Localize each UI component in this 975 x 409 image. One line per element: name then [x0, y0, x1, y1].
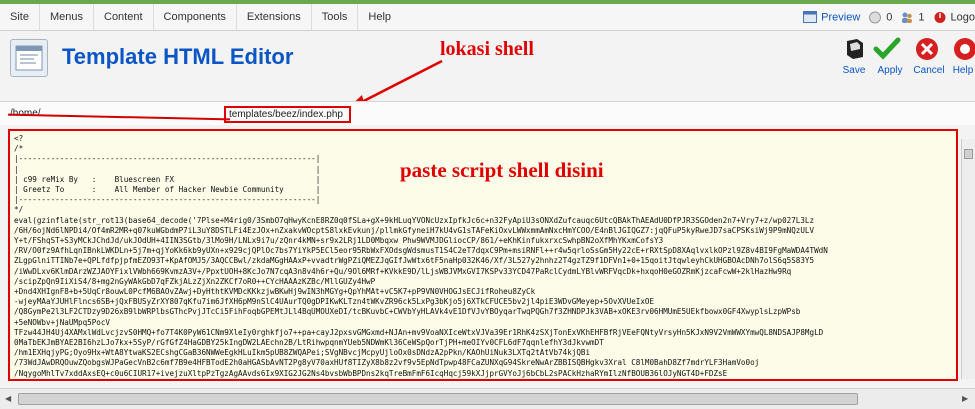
apply-label: Apply — [877, 65, 903, 76]
scroll-right-icon[interactable]: ▶ — [962, 394, 968, 403]
menu-help[interactable]: Help — [358, 4, 401, 30]
file-path-bar: /home/ templates/beez/index.php — [0, 101, 975, 125]
annotation-shell-location: lokasi shell — [440, 38, 534, 60]
cancel-icon — [916, 38, 938, 60]
apply-button[interactable]: Apply — [870, 36, 910, 76]
vertical-scroll-thumb[interactable] — [964, 149, 973, 159]
help-button[interactable]: Help — [948, 36, 975, 76]
users-count[interactable]: 1 — [900, 11, 925, 24]
template-editor-icon — [10, 39, 48, 77]
preview-icon — [803, 11, 818, 23]
preview-link[interactable]: Preview — [803, 11, 860, 24]
cancel-button[interactable]: Cancel — [910, 36, 948, 76]
vertical-scrollbar[interactable] — [961, 139, 975, 379]
users-count-value: 1 — [918, 11, 925, 24]
save-button[interactable]: Save — [838, 36, 870, 76]
menu-site[interactable]: Site — [0, 4, 40, 30]
admin-menubar: Site Menus Content Components Extensions… — [0, 4, 975, 31]
message-icon — [869, 11, 882, 24]
messages-count[interactable]: 0 — [868, 11, 892, 24]
menu-menus[interactable]: Menus — [40, 4, 94, 30]
menu-content[interactable]: Content — [94, 4, 154, 30]
scroll-left-icon[interactable]: ◀ — [5, 394, 11, 403]
help-label: Help — [952, 65, 974, 76]
preview-label: Preview — [821, 11, 861, 24]
logout-label: Logo — [950, 11, 975, 24]
horizontal-scroll-thumb[interactable] — [18, 393, 858, 405]
main-menu: Site Menus Content Components Extensions… — [0, 4, 401, 30]
censor-strike — [8, 113, 230, 121]
logout-link[interactable]: Logo — [933, 11, 975, 24]
menu-extensions[interactable]: Extensions — [237, 4, 312, 30]
help-icon — [954, 38, 975, 60]
logout-icon — [934, 12, 946, 23]
checkmark-icon — [873, 37, 901, 60]
status-area: Preview 0 1 Logo — [803, 4, 975, 31]
users-icon — [902, 12, 913, 23]
file-path-highlight: templates/beez/index.php — [224, 106, 351, 123]
save-label: Save — [842, 65, 866, 76]
annotation-paste-here: paste script shell disini — [400, 158, 604, 182]
file-path-templates: templates/beez/index.php — [229, 109, 343, 120]
menu-tools[interactable]: Tools — [312, 4, 359, 30]
page-title: Template HTML Editor — [62, 44, 294, 69]
messages-count-value: 0 — [886, 11, 893, 24]
menu-components[interactable]: Components — [154, 4, 237, 30]
horizontal-scrollbar[interactable]: ◀ ▶ — [0, 388, 975, 409]
cancel-label: Cancel — [913, 65, 945, 76]
toolbar-buttons: Save Apply Cancel Help — [838, 36, 975, 76]
save-icon — [847, 39, 863, 59]
